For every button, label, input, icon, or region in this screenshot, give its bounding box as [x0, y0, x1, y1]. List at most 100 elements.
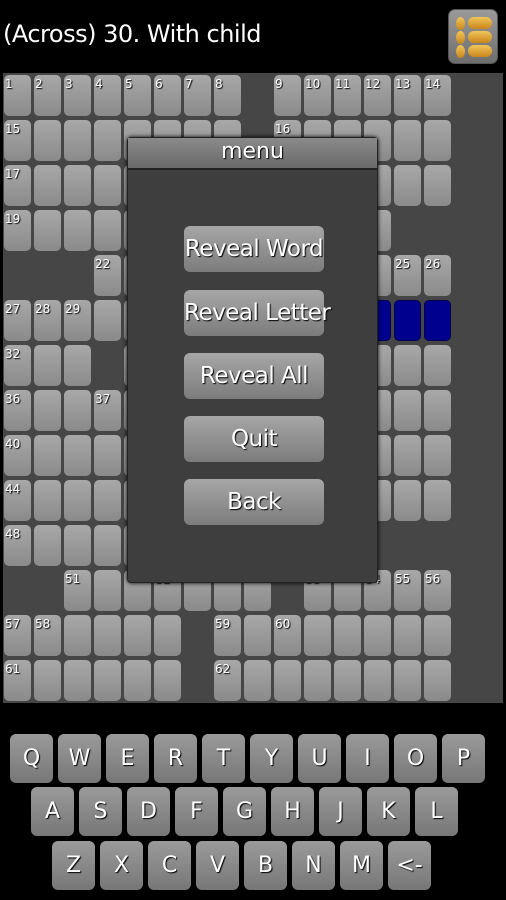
- grid-cell[interactable]: [34, 435, 61, 476]
- grid-cell[interactable]: 28: [34, 300, 61, 341]
- grid-cell[interactable]: [64, 525, 91, 566]
- grid-cell[interactable]: 25: [394, 255, 421, 296]
- grid-cell[interactable]: 57: [4, 615, 31, 656]
- grid-cell[interactable]: [364, 660, 391, 701]
- key-e[interactable]: E: [106, 734, 149, 783]
- grid-cell[interactable]: 48: [4, 525, 31, 566]
- grid-cell[interactable]: 27: [4, 300, 31, 341]
- grid-cell[interactable]: [94, 660, 121, 701]
- grid-cell-selected[interactable]: [424, 300, 451, 341]
- grid-cell[interactable]: [94, 525, 121, 566]
- grid-cell[interactable]: 15: [4, 120, 31, 161]
- grid-cell[interactable]: [304, 660, 331, 701]
- grid-cell[interactable]: [394, 120, 421, 161]
- grid-cell[interactable]: 61: [4, 660, 31, 701]
- menu-button[interactable]: [448, 9, 498, 64]
- grid-cell[interactable]: [64, 615, 91, 656]
- grid-cell[interactable]: [334, 615, 361, 656]
- grid-cell[interactable]: 10: [304, 75, 331, 116]
- grid-cell[interactable]: 4: [94, 75, 121, 116]
- key-d[interactable]: D: [127, 787, 170, 836]
- grid-cell[interactable]: [124, 660, 151, 701]
- key-p[interactable]: P: [442, 734, 485, 783]
- key-v[interactable]: V: [196, 841, 239, 890]
- key-a[interactable]: A: [31, 787, 74, 836]
- key-q[interactable]: Q: [10, 734, 53, 783]
- grid-cell[interactable]: [154, 615, 181, 656]
- grid-cell[interactable]: 51: [64, 570, 91, 611]
- grid-cell[interactable]: [274, 660, 301, 701]
- grid-cell[interactable]: 62: [214, 660, 241, 701]
- grid-cell[interactable]: [64, 345, 91, 386]
- key-w[interactable]: W: [58, 734, 101, 783]
- key-r[interactable]: R: [154, 734, 197, 783]
- grid-cell[interactable]: 37: [94, 390, 121, 431]
- grid-cell[interactable]: [424, 435, 451, 476]
- grid-cell[interactable]: [34, 480, 61, 521]
- key-x[interactable]: X: [100, 841, 143, 890]
- grid-cell[interactable]: 58: [34, 615, 61, 656]
- grid-cell[interactable]: [64, 210, 91, 251]
- grid-cell-selected[interactable]: [394, 300, 421, 341]
- grid-cell[interactable]: 40: [4, 435, 31, 476]
- grid-cell[interactable]: 14: [424, 75, 451, 116]
- grid-cell[interactable]: [34, 525, 61, 566]
- grid-cell[interactable]: [64, 660, 91, 701]
- key-y[interactable]: Y: [250, 734, 293, 783]
- key-n[interactable]: N: [292, 841, 335, 890]
- reveal-all-button[interactable]: Reveal All: [184, 353, 324, 399]
- grid-cell[interactable]: [424, 660, 451, 701]
- grid-cell[interactable]: [34, 345, 61, 386]
- grid-cell[interactable]: 56: [424, 570, 451, 611]
- key-h[interactable]: H: [271, 787, 314, 836]
- grid-cell[interactable]: [244, 615, 271, 656]
- grid-cell[interactable]: 19: [4, 210, 31, 251]
- grid-cell[interactable]: [394, 615, 421, 656]
- grid-cell[interactable]: 29: [64, 300, 91, 341]
- grid-cell[interactable]: [424, 165, 451, 206]
- grid-cell[interactable]: [304, 615, 331, 656]
- grid-cell[interactable]: [94, 570, 121, 611]
- grid-cell[interactable]: 22: [94, 255, 121, 296]
- grid-cell[interactable]: 6: [154, 75, 181, 116]
- grid-cell[interactable]: 17: [4, 165, 31, 206]
- grid-cell[interactable]: [34, 390, 61, 431]
- key-o[interactable]: O: [394, 734, 437, 783]
- grid-cell[interactable]: [424, 345, 451, 386]
- key-t[interactable]: T: [202, 734, 245, 783]
- grid-cell[interactable]: 7: [184, 75, 211, 116]
- grid-cell[interactable]: 60: [274, 615, 301, 656]
- key-g[interactable]: G: [223, 787, 266, 836]
- key-f[interactable]: F: [175, 787, 218, 836]
- grid-cell[interactable]: 32: [4, 345, 31, 386]
- grid-cell[interactable]: [244, 660, 271, 701]
- grid-cell[interactable]: [34, 210, 61, 251]
- grid-cell[interactable]: [94, 300, 121, 341]
- key-u[interactable]: U: [298, 734, 341, 783]
- grid-cell[interactable]: [394, 390, 421, 431]
- grid-cell[interactable]: 2: [34, 75, 61, 116]
- grid-cell[interactable]: 44: [4, 480, 31, 521]
- grid-cell[interactable]: [34, 165, 61, 206]
- grid-cell[interactable]: 5: [124, 75, 151, 116]
- key-l[interactable]: L: [415, 787, 458, 836]
- grid-cell[interactable]: [94, 120, 121, 161]
- back-button[interactable]: Back: [184, 479, 324, 525]
- grid-cell[interactable]: [394, 480, 421, 521]
- grid-cell[interactable]: [94, 210, 121, 251]
- grid-cell[interactable]: [64, 480, 91, 521]
- grid-cell[interactable]: [64, 120, 91, 161]
- key-k[interactable]: K: [367, 787, 410, 836]
- grid-cell[interactable]: [394, 435, 421, 476]
- grid-cell[interactable]: [94, 615, 121, 656]
- grid-cell[interactable]: [394, 345, 421, 386]
- key-s[interactable]: S: [79, 787, 122, 836]
- key-m[interactable]: M: [340, 841, 383, 890]
- grid-cell[interactable]: [64, 165, 91, 206]
- grid-cell[interactable]: [334, 660, 361, 701]
- grid-cell[interactable]: [394, 165, 421, 206]
- key-b[interactable]: B: [244, 841, 287, 890]
- grid-cell[interactable]: 11: [334, 75, 361, 116]
- grid-cell[interactable]: 59: [214, 615, 241, 656]
- grid-cell[interactable]: [424, 390, 451, 431]
